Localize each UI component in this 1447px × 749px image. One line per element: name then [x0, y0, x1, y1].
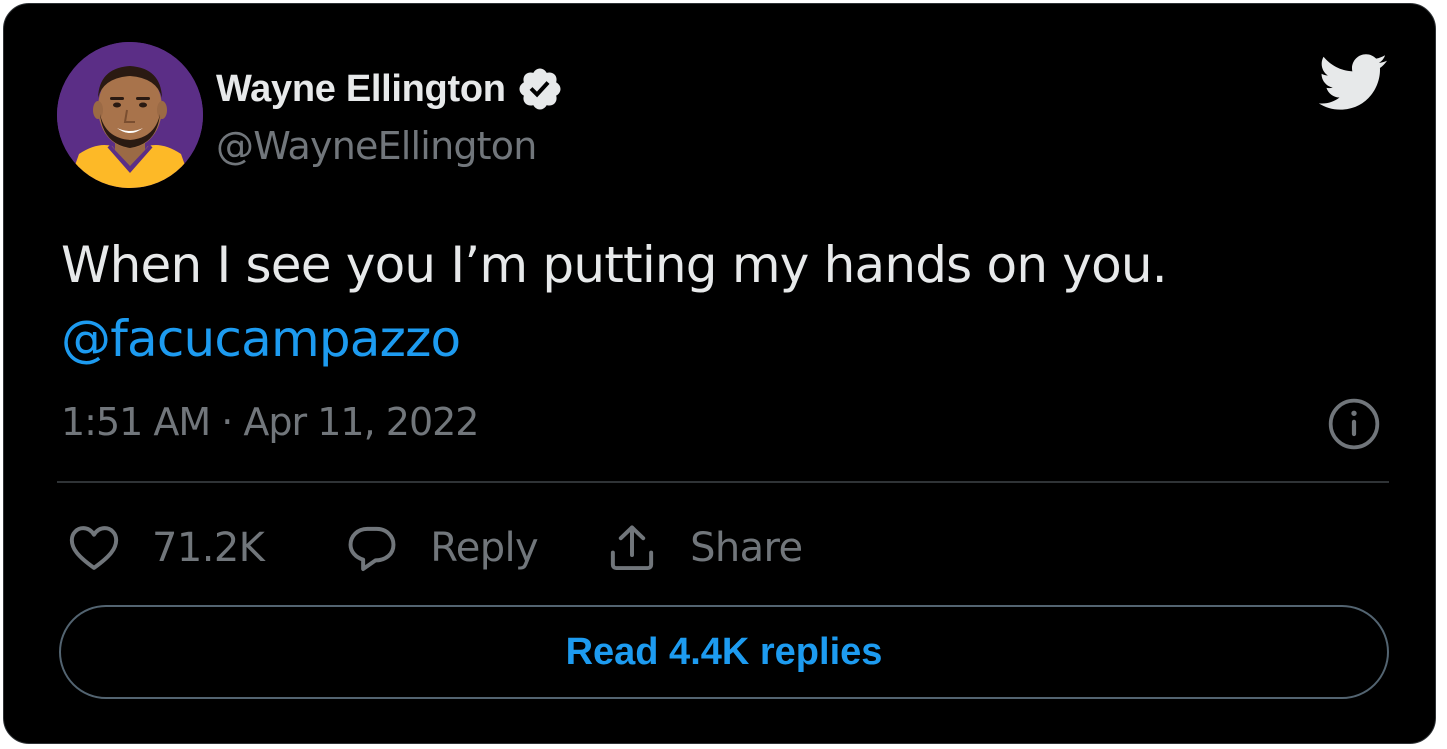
tweet-timestamp[interactable]: 1:51 AM · Apr 11, 2022 [61, 400, 479, 444]
mention-link[interactable]: @facucampazzo [61, 310, 461, 368]
divider [57, 481, 1389, 483]
read-replies-button[interactable]: Read 4.4K replies [59, 605, 1389, 699]
reply-label: Reply [430, 525, 539, 571]
twitter-bird-icon[interactable] [1316, 52, 1388, 112]
like-button[interactable]: 71.2K [66, 520, 265, 576]
action-bar: 71.2K Reply Share [66, 516, 803, 580]
speech-bubble-icon [348, 526, 396, 571]
verified-badge-icon [519, 68, 561, 110]
like-count: 71.2K [152, 525, 265, 571]
avatar[interactable] [57, 42, 203, 188]
info-icon[interactable] [1326, 396, 1382, 452]
author-display-name[interactable]: Wayne Ellington [216, 68, 506, 111]
tweet-card: Wayne Ellington @WayneEllington When I s… [3, 3, 1436, 744]
share-upload-icon [610, 525, 654, 571]
reply-button[interactable]: Reply [344, 520, 539, 576]
heart-icon [69, 526, 119, 570]
tweet-text: When I see you I’m putting my hands on y… [61, 228, 1381, 376]
share-button[interactable]: Share [604, 520, 803, 576]
author-name-row[interactable]: Wayne Ellington [216, 62, 564, 116]
author-handle[interactable]: @WayneEllington [216, 124, 537, 168]
tweet-body: When I see you I’m putting my hands on y… [61, 236, 1168, 294]
avatar-illustration [57, 42, 203, 188]
share-label: Share [690, 525, 803, 571]
